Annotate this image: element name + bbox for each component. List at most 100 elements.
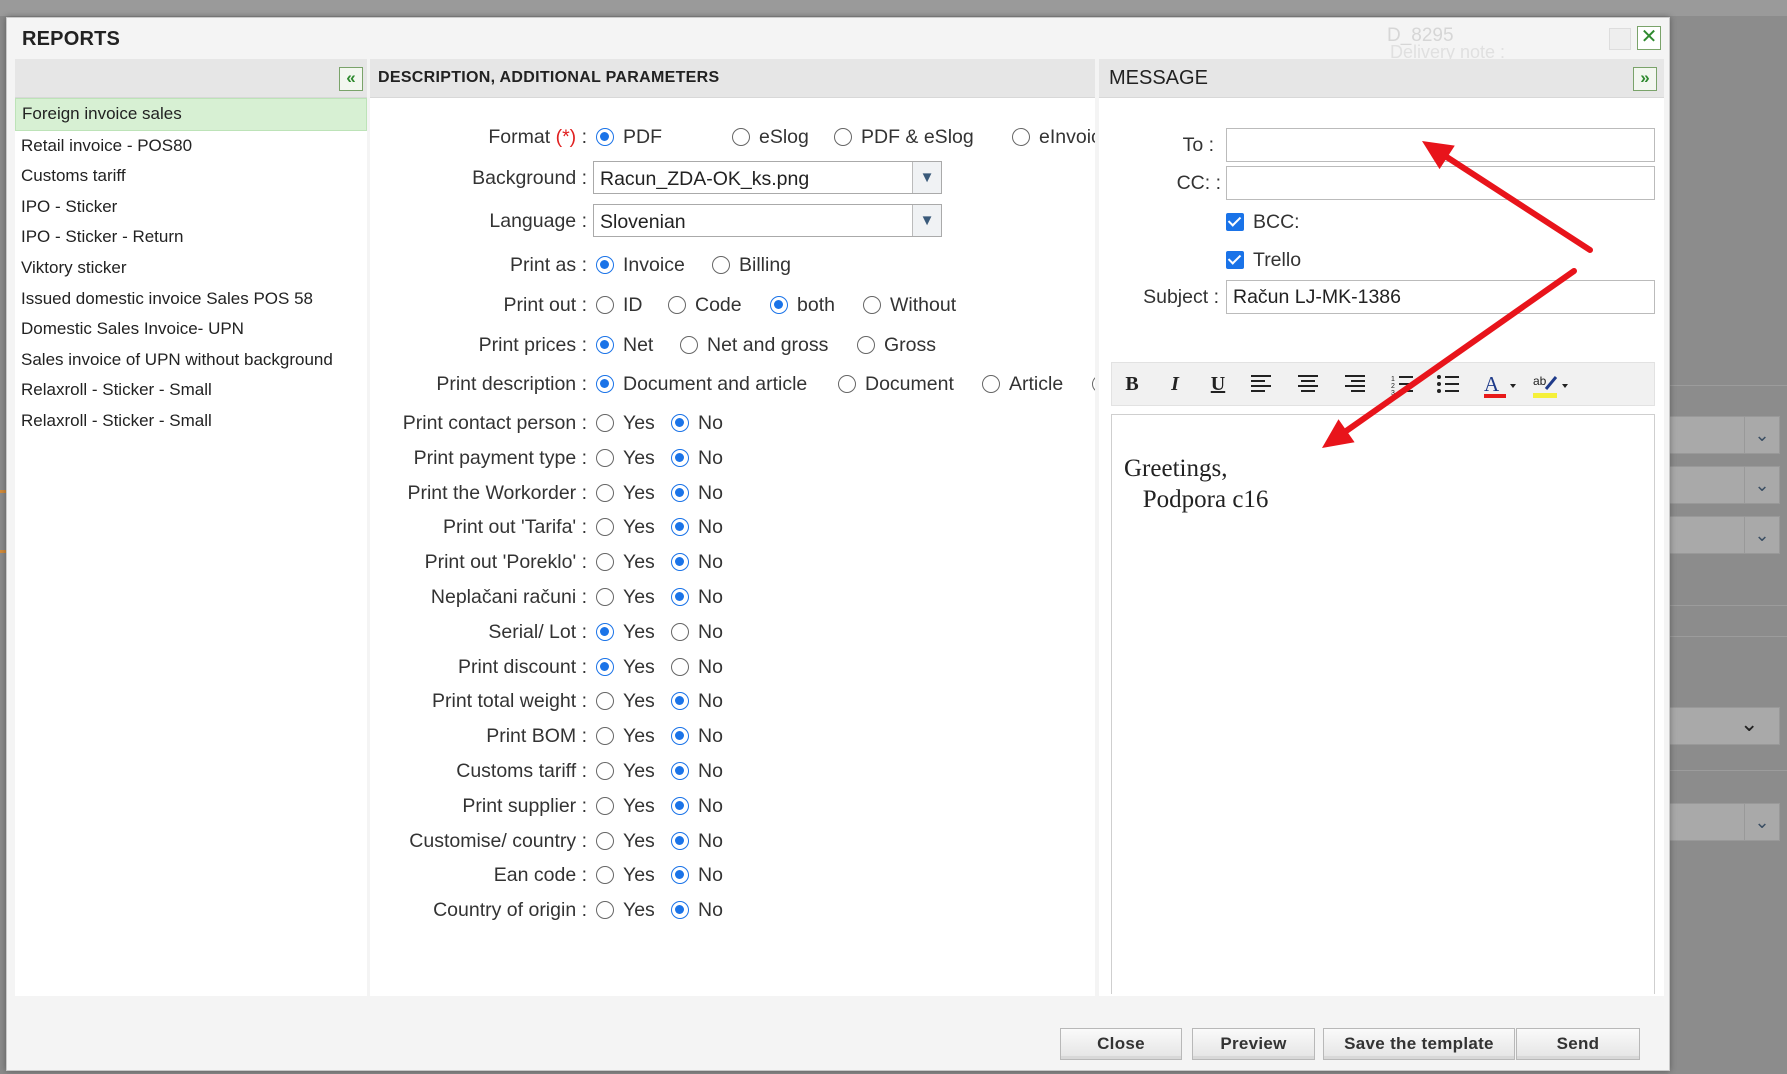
radio-icon[interactable] (596, 692, 614, 711)
message-editor[interactable]: Greetings, Podpora c16 (1111, 414, 1655, 994)
radio-icon[interactable] (857, 336, 875, 354)
close-button[interactable]: Close (1060, 1028, 1182, 1060)
bold-icon[interactable]: B (1118, 373, 1146, 397)
radio-icon[interactable] (596, 518, 614, 537)
numbered-list-icon[interactable]: 123 (1388, 373, 1416, 397)
report-list-item[interactable]: Relaxroll - Sticker - Small (15, 406, 367, 437)
radio-selected-icon[interactable] (671, 901, 689, 920)
radio-selected-icon[interactable] (596, 375, 614, 393)
highlight-color-icon[interactable]: ab (1532, 373, 1576, 398)
radio-selected-icon[interactable] (596, 128, 614, 146)
radio-selected-icon[interactable] (671, 796, 689, 815)
yes-option[interactable]: Yes (596, 412, 655, 435)
radio-icon[interactable] (671, 657, 689, 676)
language-select[interactable]: Slovenian ▼ (593, 204, 942, 237)
radio-icon[interactable] (596, 796, 614, 815)
format-option-pdf-eslog[interactable]: PDF & eSlog (834, 126, 974, 149)
report-list-item[interactable]: Domestic Sales Invoice- UPN (15, 314, 367, 345)
print-description-document[interactable]: Document (838, 373, 954, 396)
align-left-icon[interactable] (1247, 373, 1275, 397)
print-prices-net[interactable]: Net (596, 334, 653, 357)
print-as-invoice[interactable]: Invoice (596, 254, 685, 277)
report-list-item[interactable]: Sales invoice of UPN without background (15, 345, 367, 376)
to-input[interactable] (1226, 128, 1655, 162)
report-list-item[interactable]: Viktory sticker (15, 253, 367, 284)
radio-selected-icon[interactable] (671, 518, 689, 537)
save-template-button[interactable]: Save the template (1323, 1028, 1515, 1060)
print-description-more[interactable] (1092, 373, 1095, 396)
yes-option[interactable]: Yes (596, 656, 655, 679)
radio-selected-icon[interactable] (671, 588, 689, 606)
chevron-down-icon[interactable]: ▼ (912, 205, 941, 236)
radio-selected-icon[interactable] (671, 448, 689, 467)
no-option[interactable]: No (671, 412, 723, 435)
radio-selected-icon[interactable] (596, 256, 614, 274)
radio-icon[interactable] (596, 483, 614, 502)
radio-icon[interactable] (863, 296, 881, 314)
print-prices-net-gross[interactable]: Net and gross (680, 334, 828, 357)
radio-icon[interactable] (982, 375, 1000, 393)
no-option[interactable]: No (671, 656, 723, 679)
no-option[interactable]: No (671, 830, 723, 853)
chevron-down-icon[interactable]: ▼ (912, 162, 941, 193)
radio-icon[interactable] (596, 866, 614, 885)
yes-option[interactable]: Yes (596, 516, 655, 539)
radio-icon[interactable] (1012, 128, 1030, 146)
yes-option[interactable]: Yes (596, 482, 655, 505)
format-option-eslog[interactable]: eSlog (732, 126, 809, 149)
print-out-code[interactable]: Code (668, 294, 742, 317)
bcc-checkbox[interactable]: BCC: (1226, 211, 1300, 234)
yes-option[interactable]: Yes (596, 447, 655, 470)
radio-icon[interactable] (596, 901, 614, 920)
report-list-item[interactable]: IPO - Sticker - Return (15, 222, 367, 253)
trello-checkbox[interactable]: Trello (1226, 249, 1301, 272)
no-option[interactable]: No (671, 482, 723, 505)
format-option-pdf[interactable]: PDF (596, 126, 662, 149)
bullet-list-icon[interactable] (1434, 373, 1462, 397)
yes-option[interactable]: Yes (596, 586, 655, 609)
report-list-item[interactable]: Issued domestic invoice Sales POS 58 (15, 284, 367, 315)
radio-icon[interactable] (1092, 375, 1095, 393)
checkbox-checked-icon[interactable] (1226, 213, 1244, 231)
radio-selected-icon[interactable] (671, 762, 689, 780)
yes-option[interactable]: Yes (596, 690, 655, 713)
print-description-article[interactable]: Article (982, 373, 1063, 396)
subject-input[interactable] (1226, 280, 1655, 314)
radio-icon[interactable] (838, 375, 856, 393)
radio-icon[interactable] (596, 831, 614, 850)
background-select[interactable]: Racun_ZDA-OK_ks.png ▼ (593, 161, 942, 194)
no-option[interactable]: No (671, 621, 723, 644)
align-right-icon[interactable] (1341, 373, 1369, 397)
radio-icon[interactable] (732, 128, 750, 146)
radio-icon[interactable] (596, 727, 614, 746)
collapse-left-icon[interactable]: « (339, 67, 363, 91)
send-button[interactable]: Send (1516, 1028, 1640, 1060)
yes-option[interactable]: Yes (596, 830, 655, 853)
no-option[interactable]: No (671, 725, 723, 748)
checkbox-checked-icon[interactable] (1226, 251, 1244, 269)
no-option[interactable]: No (671, 551, 723, 574)
yes-option[interactable]: Yes (596, 864, 655, 887)
no-option[interactable]: No (671, 690, 723, 713)
radio-icon[interactable] (596, 296, 614, 314)
radio-icon[interactable] (712, 256, 730, 274)
radio-icon[interactable] (596, 553, 614, 572)
report-list-item[interactable]: Retail invoice - POS80 (15, 131, 367, 162)
yes-option[interactable]: Yes (596, 899, 655, 922)
radio-selected-icon[interactable] (671, 727, 689, 746)
print-as-billing[interactable]: Billing (712, 254, 791, 277)
no-option[interactable]: No (671, 864, 723, 887)
no-option[interactable]: No (671, 760, 723, 783)
preview-button[interactable]: Preview (1192, 1028, 1315, 1060)
message-body[interactable]: Greetings, Podpora c16 (1124, 453, 1268, 515)
radio-icon[interactable] (680, 336, 698, 354)
radio-selected-icon[interactable] (671, 866, 689, 885)
underline-icon[interactable]: U (1204, 373, 1232, 397)
format-option-einvoice[interactable]: eInvoic (1012, 126, 1095, 149)
font-color-icon[interactable]: A (1482, 372, 1522, 398)
report-list-item[interactable]: Customs tariff (15, 161, 367, 192)
expand-right-icon[interactable]: » (1633, 67, 1657, 91)
radio-icon[interactable] (596, 588, 614, 606)
print-out-both[interactable]: both (770, 294, 835, 317)
print-description-doc-article[interactable]: Document and article (596, 373, 807, 396)
